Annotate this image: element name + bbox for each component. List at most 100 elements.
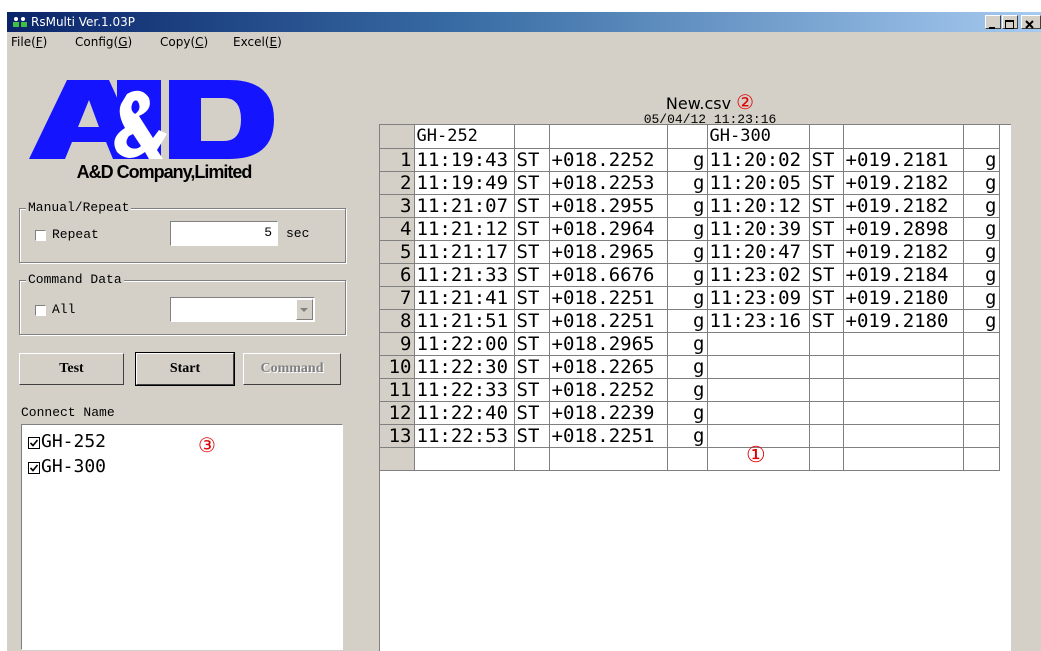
- table-cell[interactable]: g: [963, 171, 1000, 195]
- repeat-checkbox[interactable]: [35, 230, 46, 241]
- row-number[interactable]: 10: [380, 355, 415, 379]
- table-cell[interactable]: +019.2182: [843, 240, 964, 264]
- header-cell[interactable]: GH-300: [707, 125, 810, 149]
- table-cell[interactable]: g: [667, 355, 708, 379]
- table-cell[interactable]: +018.2251: [549, 286, 668, 310]
- table-cell[interactable]: +019.2898: [843, 217, 964, 241]
- header-cell[interactable]: [843, 125, 964, 149]
- table-cell[interactable]: [963, 424, 1000, 448]
- table-cell[interactable]: +019.2182: [843, 171, 964, 195]
- table-cell[interactable]: [843, 378, 964, 402]
- table-cell[interactable]: +018.2964: [549, 217, 668, 241]
- table-cell[interactable]: ST: [514, 263, 550, 287]
- table-cell[interactable]: +019.2180: [843, 309, 964, 333]
- table-cell[interactable]: ST: [514, 401, 550, 425]
- table-cell[interactable]: [963, 355, 1000, 379]
- table-cell[interactable]: 11:21:33: [414, 263, 515, 287]
- dropdown-button[interactable]: [296, 299, 313, 320]
- table-cell[interactable]: 11:23:09: [707, 286, 810, 310]
- table-cell[interactable]: g: [667, 148, 708, 172]
- row-number[interactable]: 1: [380, 148, 415, 172]
- table-cell[interactable]: g: [667, 240, 708, 264]
- table-cell[interactable]: +019.2184: [843, 263, 964, 287]
- table-cell[interactable]: [963, 378, 1000, 402]
- table-cell[interactable]: [667, 447, 708, 471]
- table-cell[interactable]: g: [963, 240, 1000, 264]
- table-cell[interactable]: g: [963, 263, 1000, 287]
- table-cell[interactable]: 11:19:43: [414, 148, 515, 172]
- table-cell[interactable]: ST: [809, 194, 844, 218]
- table-cell[interactable]: ST: [809, 171, 844, 195]
- table-cell[interactable]: [843, 355, 964, 379]
- table-cell[interactable]: 11:20:39: [707, 217, 810, 241]
- table-cell[interactable]: ST: [514, 171, 550, 195]
- table-cell[interactable]: ST: [809, 217, 844, 241]
- table-cell[interactable]: [843, 447, 964, 471]
- header-cell[interactable]: [667, 125, 708, 149]
- table-cell[interactable]: ST: [809, 286, 844, 310]
- table-cell[interactable]: +018.2965: [549, 240, 668, 264]
- table-cell[interactable]: g: [963, 148, 1000, 172]
- table-cell[interactable]: 11:21:07: [414, 194, 515, 218]
- table-cell[interactable]: +018.2253: [549, 171, 668, 195]
- header-cell[interactable]: [549, 125, 668, 149]
- table-cell[interactable]: ST: [514, 217, 550, 241]
- all-checkbox[interactable]: [35, 305, 46, 316]
- table-cell[interactable]: 11:21:41: [414, 286, 515, 310]
- table-cell[interactable]: 11:21:12: [414, 217, 515, 241]
- table-cell[interactable]: [809, 401, 844, 425]
- connect-list[interactable]: GH-252 GH-300 ③: [21, 424, 343, 650]
- repeat-interval-input[interactable]: 5: [170, 221, 278, 246]
- minimize-button[interactable]: [985, 15, 1001, 29]
- table-cell[interactable]: [963, 332, 1000, 356]
- table-cell[interactable]: +018.2965: [549, 332, 668, 356]
- table-cell[interactable]: g: [667, 401, 708, 425]
- table-cell[interactable]: 11:23:16: [707, 309, 810, 333]
- row-number[interactable]: 12: [380, 401, 415, 425]
- table-cell[interactable]: +018.2239: [549, 401, 668, 425]
- table-cell[interactable]: [809, 378, 844, 402]
- table-cell[interactable]: 11:20:05: [707, 171, 810, 195]
- row-number[interactable]: 3: [380, 194, 415, 218]
- table-cell[interactable]: g: [667, 424, 708, 448]
- row-number[interactable]: 7: [380, 286, 415, 310]
- table-cell[interactable]: ST: [809, 240, 844, 264]
- row-number[interactable]: 2: [380, 171, 415, 195]
- table-cell[interactable]: +018.2252: [549, 378, 668, 402]
- header-cell[interactable]: [963, 125, 1000, 149]
- table-cell[interactable]: ST: [514, 194, 550, 218]
- table-cell[interactable]: 11:22:53: [414, 424, 515, 448]
- table-cell[interactable]: g: [963, 217, 1000, 241]
- data-grid[interactable]: GH-252 GH-300 1 11:19:43 ST +018.2252 g 11:20:0…: [379, 124, 1011, 651]
- table-cell[interactable]: 11:20:12: [707, 194, 810, 218]
- table-cell[interactable]: g: [667, 378, 708, 402]
- table-cell[interactable]: [809, 355, 844, 379]
- table-cell[interactable]: +018.2251: [549, 309, 668, 333]
- table-cell[interactable]: +019.2181: [843, 148, 964, 172]
- table-cell[interactable]: [514, 447, 550, 471]
- table-cell[interactable]: [549, 447, 668, 471]
- table-cell[interactable]: [809, 424, 844, 448]
- table-cell[interactable]: +018.2265: [549, 355, 668, 379]
- table-cell[interactable]: 11:21:17: [414, 240, 515, 264]
- menu-config[interactable]: Config(G): [75, 34, 132, 50]
- close-button[interactable]: [1021, 15, 1041, 29]
- table-cell[interactable]: g: [667, 309, 708, 333]
- table-cell[interactable]: ST: [514, 240, 550, 264]
- table-cell[interactable]: [963, 447, 1000, 471]
- table-cell[interactable]: 11:23:02: [707, 263, 810, 287]
- table-cell[interactable]: ST: [514, 355, 550, 379]
- row-number[interactable]: 9: [380, 332, 415, 356]
- row-number[interactable]: 8: [380, 309, 415, 333]
- table-cell[interactable]: ST: [514, 332, 550, 356]
- header-cell[interactable]: [514, 125, 550, 149]
- table-cell[interactable]: 11:21:51: [414, 309, 515, 333]
- table-cell[interactable]: +018.2252: [549, 148, 668, 172]
- table-cell[interactable]: g: [963, 194, 1000, 218]
- header-cell[interactable]: GH-252: [414, 125, 515, 149]
- table-cell[interactable]: ST: [809, 263, 844, 287]
- table-cell[interactable]: [809, 332, 844, 356]
- row-number[interactable]: 13: [380, 424, 415, 448]
- table-cell[interactable]: g: [667, 194, 708, 218]
- command-select[interactable]: [170, 297, 315, 322]
